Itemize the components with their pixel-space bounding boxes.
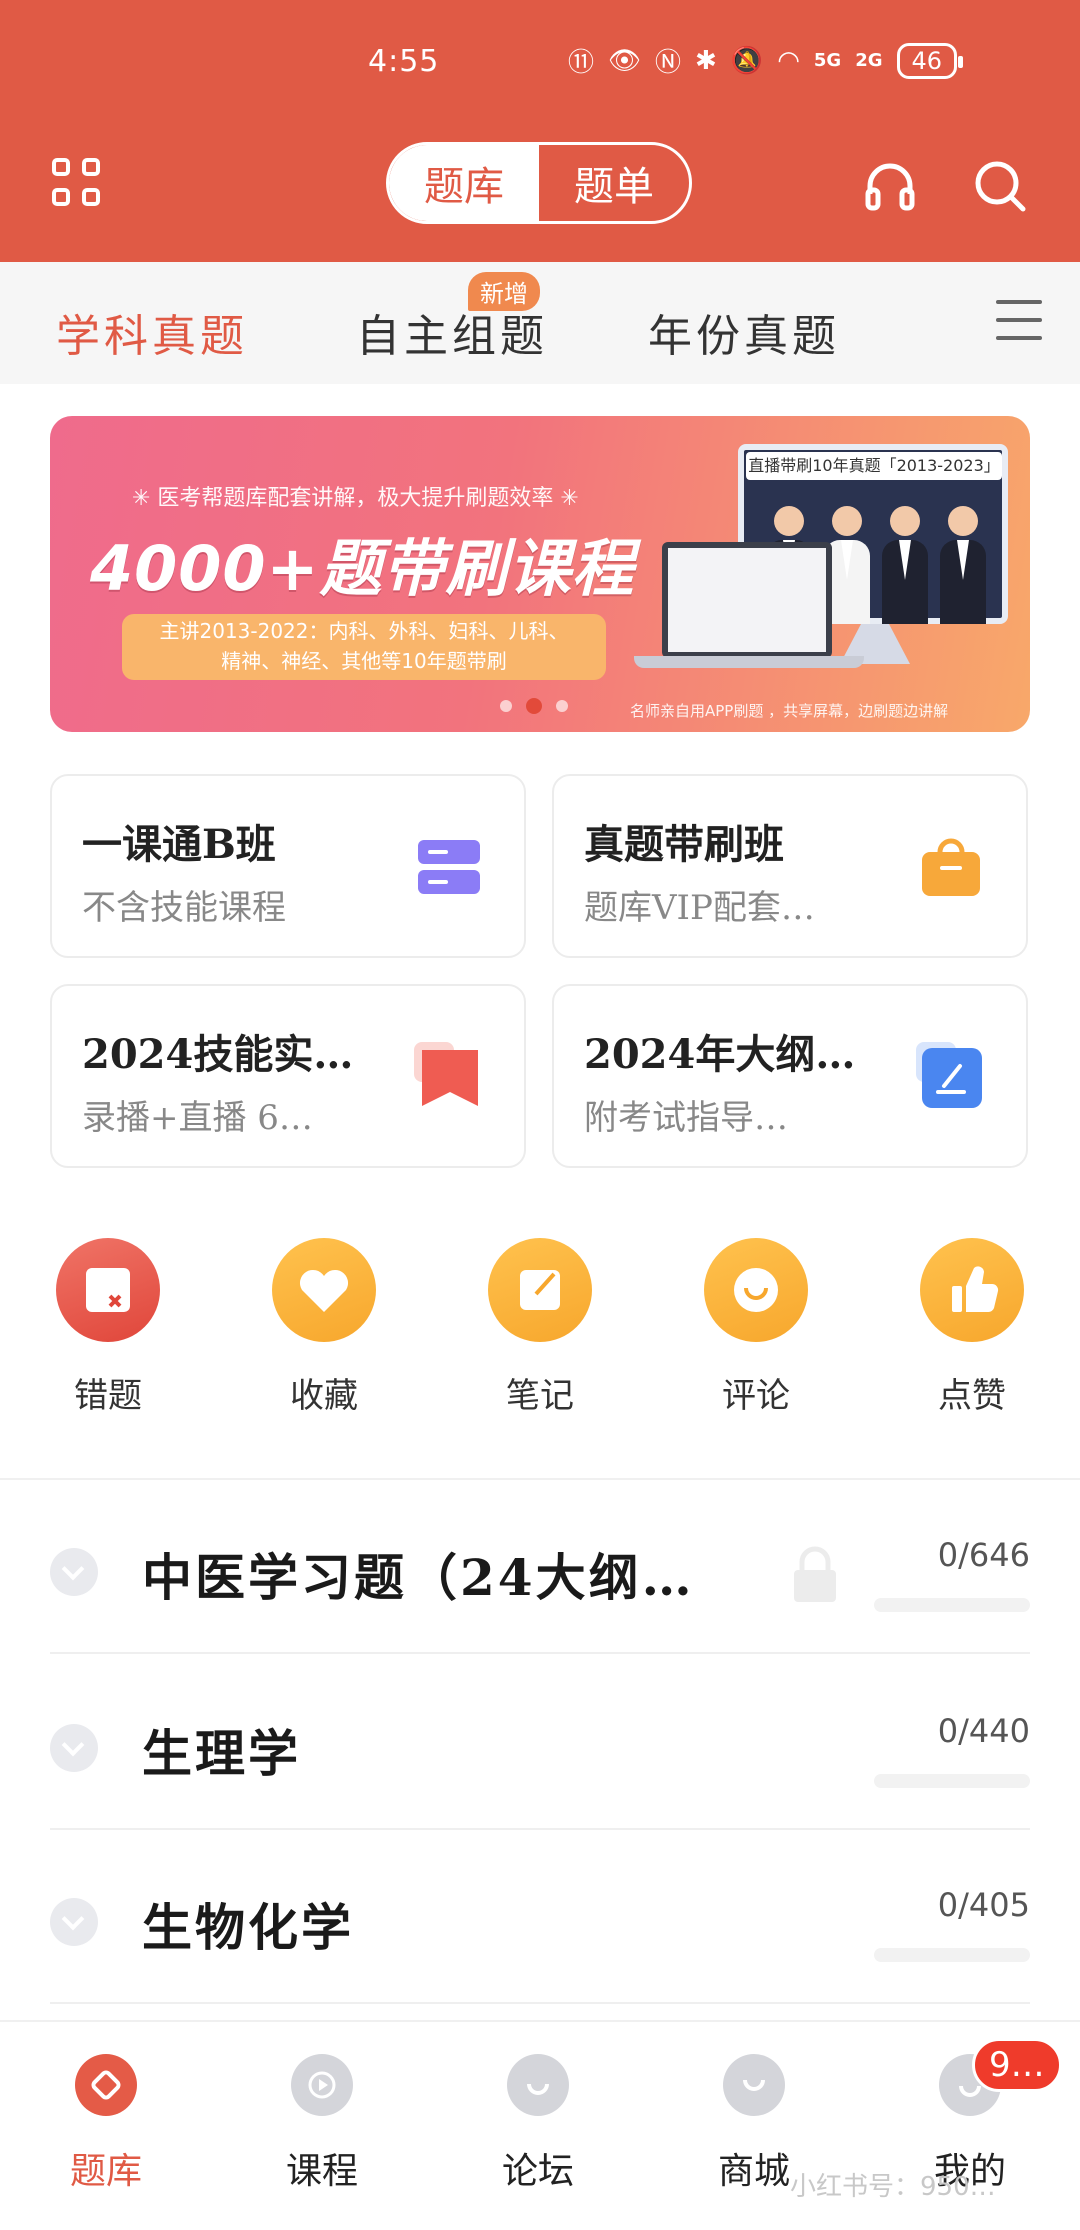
course-card-syllabus-2024[interactable]: 2024年大纲… 附考试指导…: [552, 984, 1028, 1168]
edit-note-icon: [916, 1042, 982, 1108]
signal-2g-icon: 2G: [855, 50, 883, 71]
chevron-down-icon[interactable]: [50, 1548, 98, 1596]
app-header: 4:55 ⑪ 👁 Ⓝ ✱ 🔕 ◠ 5G 2G 46 题库 题单: [0, 0, 1080, 262]
subject-progress-bar: [874, 1598, 1030, 1612]
card-subtitle: 题库VIP配套…: [584, 888, 815, 928]
status-time: 4:55: [368, 44, 440, 79]
banner-course-pill: 主讲2013-2022：内科、外科、妇科、儿科、 精神、神经、其他等10年题带刷: [122, 614, 606, 680]
subject-progress-count: 0/440: [937, 1712, 1030, 1750]
segment-question-bank[interactable]: 题库: [389, 145, 539, 221]
tool-label: 收藏: [290, 1376, 358, 1416]
watermark: 小红书号：950…: [790, 2172, 996, 2202]
card-subtitle: 不含技能课程: [82, 888, 286, 928]
pagination-dot: [556, 700, 568, 712]
subject-row[interactable]: 生理学 0/440: [50, 1656, 1030, 1830]
note-edit-icon: [488, 1238, 592, 1342]
signal-5g-icon: 5G: [813, 50, 842, 71]
teacher-figure: [882, 506, 928, 624]
chevron-down-icon[interactable]: [50, 1898, 98, 1946]
comment-icon: [704, 1238, 808, 1342]
tool-label: 评论: [722, 1376, 790, 1416]
search-icon[interactable]: [972, 158, 1028, 214]
tab-menu-icon[interactable]: [996, 300, 1042, 342]
heart-icon: [272, 1238, 376, 1342]
notification-badge: 9…: [972, 2038, 1062, 2092]
card-title: 真题带刷班: [584, 821, 784, 868]
banner-subtitle: ✳ 医考帮题库配套讲解，极大提升刷题效率 ✳: [132, 486, 579, 511]
tool-comments[interactable]: 评论: [696, 1238, 816, 1417]
banner-pill-line1: 主讲2013-2022：内科、外科、妇科、儿科、: [159, 619, 569, 643]
tab-subject-exams[interactable]: 学科真题: [56, 300, 248, 364]
forum-icon: [507, 2054, 569, 2116]
server-stack-icon: [418, 840, 480, 894]
banner-title: 4000+题带刷课程: [90, 532, 635, 605]
tab-year-exams[interactable]: 年份真题: [648, 300, 840, 364]
nav-forum[interactable]: 论坛: [478, 2054, 598, 2194]
subject-title: 生物化学: [142, 1898, 354, 1957]
subject-progress-bar: [874, 1948, 1030, 1962]
tool-label: 错题: [74, 1376, 142, 1416]
new-badge: 新增: [468, 272, 540, 311]
lock-icon: [794, 1546, 836, 1602]
headphones-icon[interactable]: [862, 158, 918, 214]
laptop-base: [634, 656, 864, 668]
grid-menu-icon[interactable]: [52, 158, 104, 210]
subject-title: 中医学习题（24大纲…: [142, 1548, 695, 1607]
tool-favorites[interactable]: 收藏: [264, 1238, 384, 1417]
bookmark-icon: [414, 1042, 478, 1106]
nav-label: 课程: [285, 2151, 358, 2192]
course-card-yiketong[interactable]: 一课通B班 不含技能课程: [50, 774, 526, 958]
card-title: 2024技能实…: [82, 1031, 354, 1078]
library-segment-switch[interactable]: 题库 题单: [386, 142, 692, 224]
subject-progress-count: 0/646: [937, 1536, 1030, 1574]
shop-icon: [723, 2054, 785, 2116]
chevron-down-icon[interactable]: [50, 1724, 98, 1772]
mute-icon: 🔕: [730, 45, 764, 76]
subject-progress-count: 0/405: [937, 1886, 1030, 1924]
nav-label: 论坛: [501, 2151, 574, 2192]
promo-banner[interactable]: ✳ 医考帮题库配套讲解，极大提升刷题效率 ✳ 4000+题带刷课程 主讲2013…: [50, 416, 1030, 732]
segment-question-list[interactable]: 题单: [539, 145, 689, 221]
pagination-dot-active: [526, 698, 542, 714]
laptop-illustration: [662, 542, 832, 658]
banner-pagination: [500, 698, 568, 714]
tool-notes[interactable]: 笔记: [480, 1238, 600, 1417]
eye-icon: 👁: [608, 45, 642, 76]
banner-footer: 名师亲自用APP刷题 ，共享屏幕，边刷题边讲解: [630, 702, 949, 720]
banner-monitor-title: 直播带刷10年真题「2013-2023」: [746, 452, 1002, 480]
nfc-icon: Ⓝ: [655, 48, 682, 78]
shopping-bag-icon: [922, 838, 980, 896]
subject-title: 生理学: [142, 1724, 301, 1783]
pagination-dot: [500, 700, 512, 712]
play-icon: [291, 2054, 353, 2116]
nav-question-bank[interactable]: 题库: [46, 2054, 166, 2194]
data-saver-icon: ⑪: [568, 48, 595, 78]
subject-row[interactable]: 中医学习题（24大纲… 0/646: [50, 1480, 1030, 1654]
teacher-figure: [940, 506, 986, 624]
tool-label: 点赞: [938, 1376, 1006, 1416]
card-subtitle: 附考试指导…: [584, 1098, 788, 1138]
status-icons: ⑪ 👁 Ⓝ ✱ 🔕 ◠ 5G 2G 46: [568, 42, 963, 79]
nav-courses[interactable]: 课程: [262, 2054, 382, 2194]
nav-label: 题库: [69, 2151, 142, 2192]
thumbs-up-icon: [920, 1238, 1024, 1342]
course-card-skills-2024[interactable]: 2024技能实… 录播+直播 6…: [50, 984, 526, 1168]
bluetooth-icon: ✱: [695, 45, 717, 76]
tool-label: 笔记: [506, 1376, 574, 1416]
tool-likes[interactable]: 点赞: [912, 1238, 1032, 1417]
wrong-question-icon: [56, 1238, 160, 1342]
battery-indicator: 46: [896, 42, 963, 79]
card-subtitle: 录播+直播 6…: [82, 1098, 313, 1138]
card-title: 2024年大纲…: [584, 1031, 856, 1078]
subject-progress-bar: [874, 1774, 1030, 1788]
card-title: 一课通B班: [82, 821, 276, 868]
tool-wrong-questions[interactable]: 错题: [48, 1238, 168, 1417]
wifi-icon: ◠: [777, 45, 800, 76]
banner-pill-line2: 精神、神经、其他等10年题带刷: [221, 649, 507, 673]
subject-row[interactable]: 生物化学 0/405: [50, 1830, 1030, 2004]
course-card-exam-coaching[interactable]: 真题带刷班 题库VIP配套…: [552, 774, 1028, 958]
question-bank-icon: [75, 2054, 137, 2116]
